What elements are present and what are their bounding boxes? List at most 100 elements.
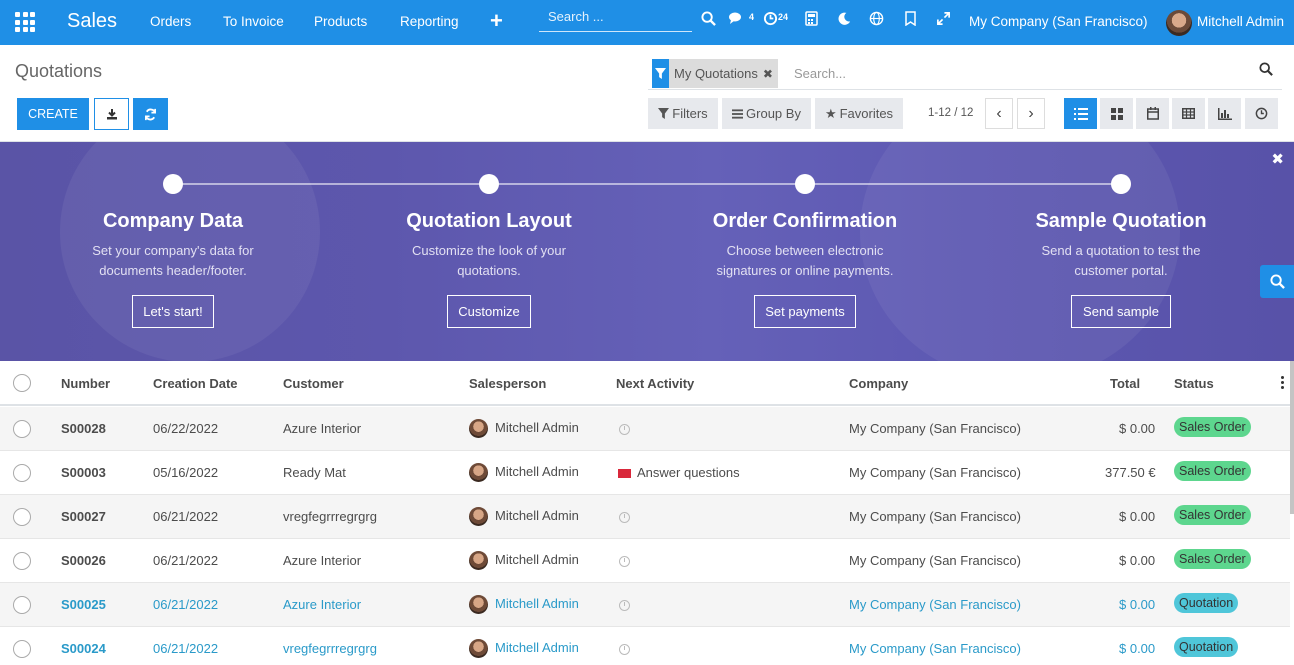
row-checkbox[interactable] bbox=[13, 464, 31, 482]
status-badge: Sales Order bbox=[1174, 461, 1251, 481]
row-checkbox[interactable] bbox=[13, 508, 31, 526]
zoom-search-tab-icon[interactable] bbox=[1260, 265, 1294, 298]
activity-clock-icon[interactable] bbox=[619, 556, 630, 567]
user-avatar[interactable] bbox=[1166, 10, 1192, 36]
pager-previous-chevron-left-icon[interactable]: ‹ bbox=[985, 98, 1013, 129]
create-button[interactable]: CREATE bbox=[17, 98, 89, 130]
graph-view-icon[interactable] bbox=[1208, 98, 1241, 129]
close-banner-icon[interactable]: ✖ bbox=[1271, 150, 1284, 168]
filters-label: Filters bbox=[672, 106, 708, 121]
user-menu[interactable]: Mitchell Admin bbox=[1197, 14, 1284, 29]
kanban-view-icon[interactable] bbox=[1100, 98, 1133, 129]
table-row[interactable]: S00025 06/21/2022 Azure Interior Mitchel… bbox=[0, 583, 1290, 627]
fullscreen-expand-icon[interactable] bbox=[933, 11, 953, 31]
filter-icon bbox=[658, 108, 670, 119]
step-description: Choose between electronic signatures or o… bbox=[716, 243, 894, 278]
cell-total: $ 0.00 bbox=[1119, 597, 1156, 612]
row-checkbox[interactable] bbox=[13, 552, 31, 570]
send-sample-button[interactable]: Send sample bbox=[1071, 295, 1171, 328]
calculator-icon[interactable] bbox=[801, 11, 821, 31]
documentation-book-icon[interactable] bbox=[900, 11, 920, 31]
lets-start-button[interactable]: Let's start! bbox=[132, 295, 214, 328]
cell-next-activity[interactable]: Answer questions bbox=[637, 465, 740, 480]
cell-salesperson: Mitchell Admin bbox=[495, 552, 579, 567]
step-description: Customize the look of your quotations. bbox=[412, 243, 566, 278]
set-payments-button[interactable]: Set payments bbox=[754, 295, 856, 328]
activity-clock-icon[interactable] bbox=[619, 600, 630, 611]
menu-orders[interactable]: Orders bbox=[150, 14, 191, 29]
download-button[interactable] bbox=[94, 98, 129, 130]
table-row[interactable]: S00028 06/22/2022 Azure Interior Mitchel… bbox=[0, 407, 1290, 451]
activity-clock-icon[interactable] bbox=[619, 512, 630, 523]
cell-customer: Azure Interior bbox=[283, 553, 362, 568]
menu-products[interactable]: Products bbox=[314, 14, 367, 29]
list-bars-icon bbox=[732, 108, 744, 119]
column-total[interactable]: Total bbox=[1110, 376, 1140, 391]
column-customer[interactable]: Customer bbox=[283, 376, 344, 391]
company-switcher[interactable]: My Company (San Francisco) bbox=[969, 14, 1148, 29]
activity-clock-icon[interactable] bbox=[619, 424, 630, 435]
filters-dropdown[interactable]: Filters bbox=[648, 98, 718, 129]
step-description: Set your company's data for documents hea… bbox=[92, 243, 254, 278]
search-input[interactable]: Search... bbox=[794, 66, 846, 81]
row-checkbox[interactable] bbox=[13, 420, 31, 438]
favorites-dropdown[interactable]: ★ Favorites bbox=[815, 98, 903, 129]
status-badge: Quotation bbox=[1174, 637, 1239, 657]
salesperson-avatar bbox=[469, 639, 488, 658]
remove-facet-close-icon[interactable]: ✖ bbox=[763, 67, 773, 81]
star-icon: ★ bbox=[824, 105, 837, 121]
dark-mode-moon-icon[interactable] bbox=[834, 11, 854, 31]
column-number[interactable]: Number bbox=[61, 376, 110, 391]
salesperson-avatar bbox=[469, 419, 488, 438]
apps-menu-icon[interactable] bbox=[15, 12, 35, 32]
cell-customer: Azure Interior bbox=[283, 597, 362, 612]
list-view-icon[interactable] bbox=[1064, 98, 1097, 129]
app-name[interactable]: Sales bbox=[67, 10, 117, 33]
language-globe-icon[interactable] bbox=[866, 11, 886, 31]
cell-total: $ 0.00 bbox=[1119, 553, 1156, 568]
email-envelope-icon[interactable] bbox=[618, 469, 631, 478]
activities-clock-icon[interactable]: 24 bbox=[760, 11, 788, 31]
pager-value[interactable]: 1-12 / 12 bbox=[928, 107, 973, 119]
row-checkbox[interactable] bbox=[13, 596, 31, 614]
column-company[interactable]: Company bbox=[849, 376, 908, 391]
activity-view-clock-icon[interactable] bbox=[1245, 98, 1278, 129]
pager-next-chevron-right-icon[interactable]: › bbox=[1017, 98, 1045, 129]
table-row[interactable]: S00003 05/16/2022 Ready Mat Mitchell Adm… bbox=[0, 451, 1290, 495]
menu-to-invoice[interactable]: To Invoice bbox=[223, 14, 284, 29]
step-dot bbox=[163, 174, 183, 194]
group-by-dropdown[interactable]: Group By bbox=[722, 98, 811, 129]
search-magnifier-icon[interactable] bbox=[1259, 62, 1275, 78]
table-row[interactable]: S00027 06/21/2022 vregfegrrregrgrg Mitch… bbox=[0, 495, 1290, 539]
messages-icon[interactable]: 4 bbox=[726, 11, 754, 31]
download-icon bbox=[106, 109, 117, 120]
select-all-checkbox[interactable] bbox=[13, 374, 31, 392]
customize-button[interactable]: Customize bbox=[447, 295, 531, 328]
step-order-confirmation: Order Confirmation Choose between electr… bbox=[675, 210, 935, 281]
cell-company: My Company (San Francisco) bbox=[849, 421, 1021, 436]
filter-funnel-icon bbox=[652, 59, 669, 88]
search-icon[interactable] bbox=[698, 11, 718, 31]
column-next-activity[interactable]: Next Activity bbox=[616, 376, 694, 391]
vertical-scrollbar[interactable] bbox=[1290, 361, 1294, 514]
column-salesperson[interactable]: Salesperson bbox=[469, 376, 546, 391]
step-title: Quotation Layout bbox=[406, 210, 572, 232]
column-creation-date[interactable]: Creation Date bbox=[153, 376, 238, 391]
menu-reporting[interactable]: Reporting bbox=[400, 14, 459, 29]
table-row[interactable]: S00024 06/21/2022 vregfegrrregrgrg Mitch… bbox=[0, 627, 1290, 665]
calendar-view-icon[interactable] bbox=[1136, 98, 1169, 129]
pivot-view-icon[interactable] bbox=[1172, 98, 1205, 129]
table-row[interactable]: S00026 06/21/2022 Azure Interior Mitchel… bbox=[0, 539, 1290, 583]
activity-clock-icon[interactable] bbox=[619, 644, 630, 655]
cell-salesperson: Mitchell Admin bbox=[495, 464, 579, 479]
sync-refresh-button[interactable] bbox=[133, 98, 168, 130]
optional-columns-kebab-icon[interactable] bbox=[1281, 376, 1284, 389]
search-facet-my-quotations[interactable]: My Quotations ✖ bbox=[652, 59, 778, 88]
row-checkbox[interactable] bbox=[13, 640, 31, 658]
column-status[interactable]: Status bbox=[1174, 376, 1214, 391]
quick-create-plus-icon[interactable]: + bbox=[490, 8, 503, 34]
favorites-label: Favorites bbox=[839, 106, 894, 121]
activities-count-badge: 24 bbox=[777, 12, 788, 22]
salesperson-avatar bbox=[469, 551, 488, 570]
nav-search-input[interactable]: Search ... bbox=[539, 6, 692, 32]
